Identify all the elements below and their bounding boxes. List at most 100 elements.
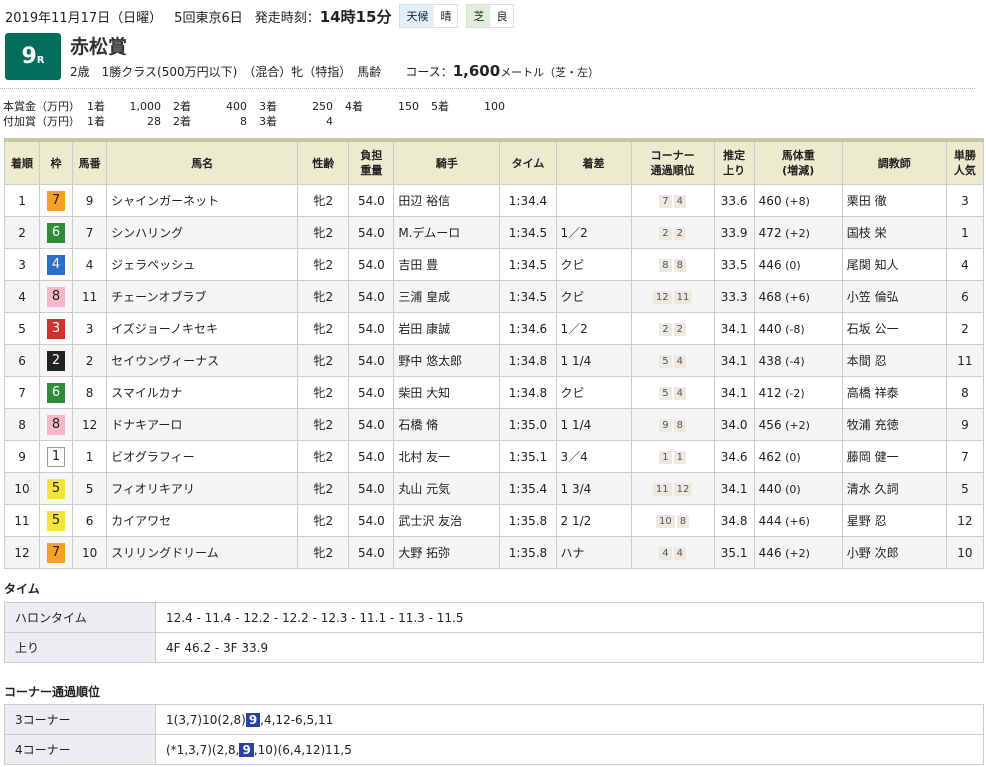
corner-positions: 54 [630, 344, 715, 377]
table-row: 10 5 5 フィオリキアリ 牝2 54.0 丸山 元気 1:35.4 1 3/4 11 12 34.… [3, 472, 985, 505]
weight: 444 [758, 513, 782, 528]
table-row: 7 6 8 スマイルカナ 牝2 54.0 柴田 大知 1:34.8 クビ 5 4 34.1 412 (-… [3, 376, 985, 409]
trainer: 星野 忍 [841, 504, 947, 537]
weight-diff: (-8) [781, 322, 805, 336]
popularity: 4 [945, 248, 985, 281]
furlong-times: 12.4 - 11.4 - 12.2 - 12.2 - 12.3 - 11.1 … [155, 602, 984, 633]
horse-name[interactable]: シャインガーネット [106, 184, 299, 217]
weight: 440 [758, 321, 782, 336]
weight-carried: 54.0 [348, 504, 395, 537]
corner-table: 3コーナー 1(3,7)10(2,8) 9,4,12-6,5,11 4コーナー (*1… [4, 704, 984, 765]
horse-name[interactable]: スリリングドリーム [106, 536, 299, 569]
popularity: 8 [945, 376, 985, 409]
jockey: 田辺 裕信 [393, 184, 501, 217]
prize-main: 本賞金（万円） 1着 1,000 2着 400 3着 250 4着 150 5着 100 [3, 98, 517, 114]
body-weight: 438 (-4) [753, 344, 843, 377]
weight-carried: 54.0 [348, 216, 395, 249]
body-weight: 472 (+2) [753, 216, 843, 249]
weight-diff: (+8) [781, 194, 810, 208]
finish-position: 10 [3, 472, 41, 505]
finish-position: 2 [3, 216, 41, 249]
popularity: 1 [945, 216, 985, 249]
corner-pos: 12 [652, 291, 672, 304]
trainer: 尾関 知人 [841, 248, 947, 281]
jockey: 岩田 康誠 [393, 312, 501, 345]
prize-place: 3着 [259, 100, 277, 113]
body-weight: 440 (0) [753, 472, 843, 505]
weight: 460 [758, 193, 782, 208]
prize-place: 2着 [173, 100, 191, 113]
time: 1:35.8 [499, 536, 557, 569]
time: 1:34.6 [499, 312, 557, 345]
horse-name[interactable]: イズジョーノキセキ [106, 312, 299, 345]
last-times: 4F 46.2 - 3F 33.9 [155, 632, 984, 663]
prize-amount: 100 [484, 100, 505, 113]
race-number: 9 [21, 44, 37, 69]
table-row: 2 6 7 シンハリング 牝2 54.0 M.デムーロ 1:34.5 1／2 2 2 33.9 472 … [3, 216, 985, 249]
frame-badge: 5 [47, 478, 66, 499]
frame-badge: 8 [47, 286, 66, 307]
margin: クビ [555, 248, 632, 281]
weight-diff: (0) [781, 258, 801, 272]
weight: 468 [758, 289, 782, 304]
weight-diff: (+2) [781, 226, 810, 240]
trainer: 小笠 倫弘 [841, 280, 947, 313]
weight-carried: 54.0 [348, 280, 395, 313]
corner-pos: 2 [673, 227, 686, 240]
corner-positions: 22 [630, 312, 715, 345]
horse-number: 3 [72, 312, 108, 345]
horse-name[interactable]: カイアワセ [106, 504, 299, 537]
trainer: 本間 忍 [841, 344, 947, 377]
frame-badge: 7 [47, 190, 66, 211]
horse-name[interactable]: フィオリキアリ [106, 472, 299, 505]
margin: ハナ [555, 536, 632, 569]
horse-name[interactable]: ビオグラフィー [106, 440, 299, 473]
horse-name[interactable]: ドナキアーロ [106, 408, 299, 441]
weight-diff: (0) [781, 482, 801, 496]
column-header: 騎手 [393, 139, 501, 185]
time: 1:34.8 [499, 376, 557, 409]
time: 1:35.4 [499, 472, 557, 505]
conditions-text: 2歳 1勝クラス(500万円以下) （混合）牝（特指） 馬齢 [70, 65, 382, 79]
column-header: 負担 重量 [348, 139, 395, 185]
popularity: 5 [945, 472, 985, 505]
weight: 446 [758, 257, 782, 272]
horse-number: 5 [72, 472, 108, 505]
race-name: 赤松賞 [70, 36, 128, 58]
popularity: 9 [945, 408, 985, 441]
jockey: M.デムーロ [393, 216, 501, 249]
sex-age: 牝2 [297, 440, 350, 473]
time: 1:35.0 [499, 408, 557, 441]
column-header: 馬番 [72, 139, 108, 185]
horse-name[interactable]: ジェラペッシュ [106, 248, 299, 281]
corner4-order: (*1,3,7)(2,8, 9,10)(6,4,12)11,5 [155, 734, 984, 765]
horse-name[interactable]: スマイルカナ [106, 376, 299, 409]
corner-positions: 11 12 [630, 472, 715, 505]
trainer: 石坂 公一 [841, 312, 947, 345]
furlong-label: ハロンタイム [4, 602, 156, 633]
horse-number: 12 [72, 408, 108, 441]
horse-number: 9 [72, 184, 108, 217]
horse-name[interactable]: シンハリング [106, 216, 299, 249]
sex-age: 牝2 [297, 408, 350, 441]
frame: 4 [39, 248, 74, 281]
horse-name[interactable]: チェーンオブラブ [106, 280, 299, 313]
corner-positions: 22 [630, 216, 715, 249]
finish-position: 7 [3, 376, 41, 409]
weight-carried: 54.0 [348, 312, 395, 345]
divider [0, 88, 975, 89]
column-header: 馬名 [106, 139, 299, 185]
margin: 1／2 [555, 216, 632, 249]
weight-carried: 54.0 [348, 184, 395, 217]
horse-name[interactable]: セイウンヴィーナス [106, 344, 299, 377]
frame: 8 [39, 280, 74, 313]
going-box: 芝良 [466, 4, 515, 28]
corner-pos: 8 [673, 419, 686, 432]
time-table: ハロンタイム 12.4 - 11.4 - 12.2 - 12.2 - 12.3 -… [4, 602, 984, 663]
time: 1:34.5 [499, 216, 557, 249]
surface-label: 芝 [467, 5, 491, 27]
margin: クビ [555, 376, 632, 409]
weight: 440 [758, 481, 782, 496]
prize-add: 付加賞（万円） 1着 28 2着 8 3着 4 [3, 113, 345, 129]
last-3f: 33.6 [713, 184, 755, 217]
